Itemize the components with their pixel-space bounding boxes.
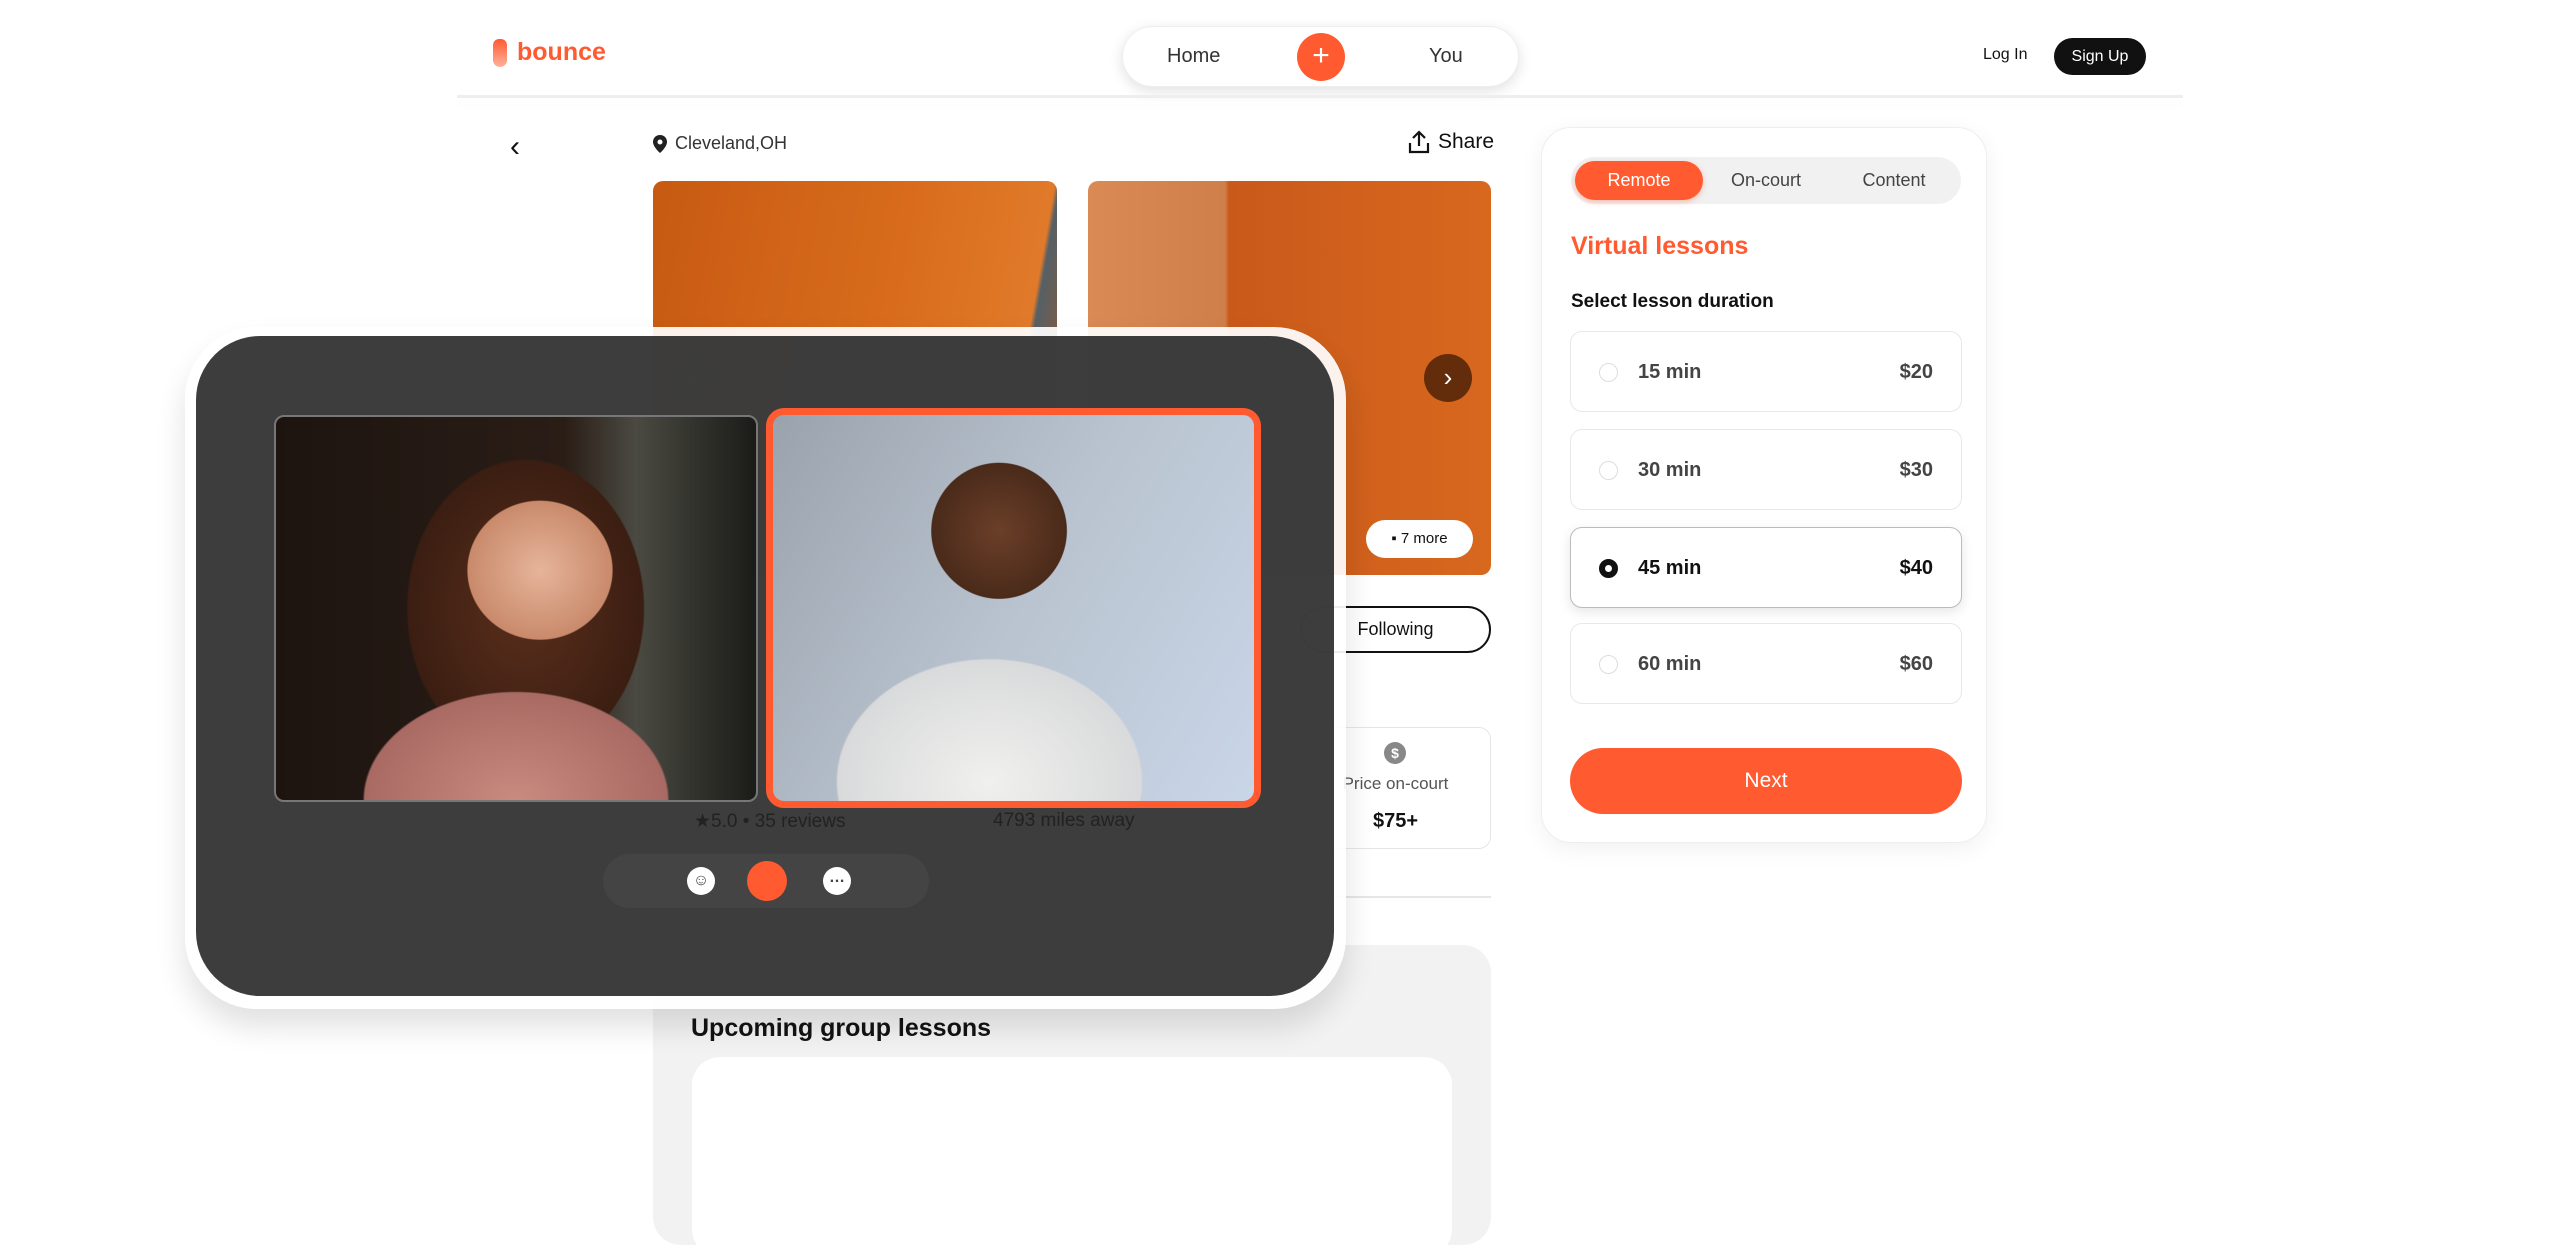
- booking-title: Virtual lessons: [1571, 232, 1749, 260]
- participant-video-student[interactable]: [274, 415, 758, 802]
- location-text: Cleveland,OH: [675, 133, 788, 153]
- price: $20: [1899, 361, 1933, 383]
- radio-selected[interactable]: [1599, 559, 1618, 578]
- header-divider: [457, 95, 2183, 98]
- more-photos-label: 7 more: [1400, 530, 1448, 547]
- duration-heading: Select lesson duration: [1571, 291, 1774, 312]
- radio[interactable]: [1599, 363, 1618, 382]
- lesson-type-tabs: Remote On-court Content: [1571, 157, 1961, 204]
- back-chevron-icon[interactable]: ‹: [510, 130, 520, 164]
- duration-option-45[interactable]: 45 min $40: [1570, 527, 1962, 608]
- chat-bubble-icon[interactable]: …: [823, 867, 851, 895]
- radio[interactable]: [1599, 461, 1618, 480]
- duration: 45 min: [1638, 557, 1702, 579]
- tab-remote[interactable]: Remote: [1575, 161, 1703, 200]
- lesson-card[interactable]: [692, 1057, 1452, 1257]
- tab-on-court[interactable]: On-court: [1702, 161, 1830, 200]
- brand-name: bounce: [517, 38, 606, 66]
- next-photo-chevron-icon[interactable]: ›: [1424, 354, 1472, 402]
- location: Cleveland,OH: [653, 133, 787, 154]
- duration: 30 min: [1638, 459, 1702, 481]
- upcoming-lessons-title: Upcoming group lessons: [691, 1014, 992, 1042]
- brand-logo[interactable]: bounce: [493, 38, 606, 67]
- call-controls: ☺ …: [603, 854, 929, 908]
- record-button[interactable]: [747, 861, 787, 901]
- emoji-icon[interactable]: ☺: [687, 867, 715, 895]
- image-icon: ▪: [1391, 530, 1401, 547]
- map-pin-icon: [653, 134, 667, 153]
- price: $30: [1899, 459, 1933, 481]
- price: $60: [1899, 653, 1933, 675]
- main-nav: Home + You: [1122, 26, 1519, 87]
- share-button[interactable]: Share: [1408, 130, 1494, 154]
- dollar-icon: $: [1384, 742, 1406, 764]
- radio[interactable]: [1599, 655, 1618, 674]
- signup-button[interactable]: Sign Up: [2054, 38, 2146, 75]
- price: $40: [1899, 557, 1933, 579]
- duration-option-30[interactable]: 30 min $30: [1570, 429, 1962, 510]
- share-icon: [1408, 130, 1430, 154]
- next-button[interactable]: Next: [1570, 748, 1962, 814]
- booking-card: Remote On-court Content Virtual lessons …: [1541, 127, 1987, 843]
- nav-home[interactable]: Home: [1167, 45, 1220, 68]
- duration: 15 min: [1638, 361, 1702, 383]
- more-photos-button[interactable]: ▪ 7 more: [1366, 520, 1473, 558]
- duration-option-15[interactable]: 15 min $20: [1570, 331, 1962, 412]
- participant-video-coach-active[interactable]: [766, 408, 1261, 808]
- share-label: Share: [1438, 130, 1495, 153]
- add-button[interactable]: +: [1297, 33, 1345, 81]
- logo-mark-icon: [493, 38, 507, 67]
- tab-content[interactable]: Content: [1830, 161, 1958, 200]
- duration-option-60[interactable]: 60 min $60: [1570, 623, 1962, 704]
- login-link[interactable]: Log In: [1983, 46, 2027, 64]
- nav-you[interactable]: You: [1429, 45, 1463, 68]
- rating: ★5.0 • 35 reviews: [694, 811, 846, 832]
- duration: 60 min: [1638, 653, 1702, 675]
- distance: 4793 miles away: [993, 810, 1135, 831]
